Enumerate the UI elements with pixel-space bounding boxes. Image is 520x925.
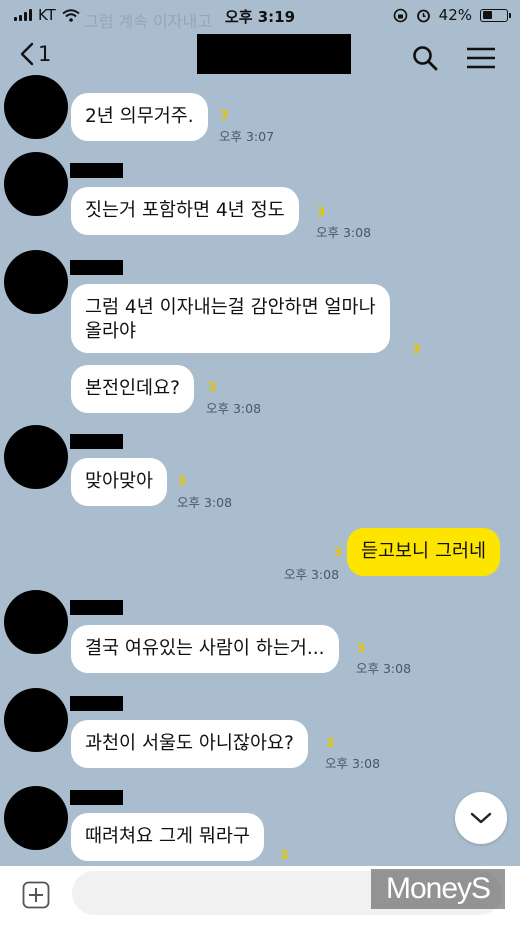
- my-message-bubble[interactable]: 듣고보니 그러네: [347, 528, 501, 576]
- unread-count: 3: [326, 736, 335, 750]
- plus-icon[interactable]: [22, 881, 50, 909]
- sender-name-redacted: [70, 696, 123, 711]
- watermark-logo: MoneyS: [371, 869, 505, 909]
- message-bubble[interactable]: 2년 의무거주.: [71, 93, 208, 141]
- avatar[interactable]: [4, 688, 68, 752]
- avatar[interactable]: [4, 425, 68, 489]
- unread-count: 3: [280, 848, 289, 862]
- lock-rotation-icon: [393, 8, 407, 22]
- back-button[interactable]: 1: [20, 42, 51, 66]
- search-icon[interactable]: [411, 44, 439, 72]
- menu-icon[interactable]: [466, 47, 496, 69]
- message-time: 오후 3:07: [219, 129, 275, 144]
- unread-count: 3: [334, 545, 343, 559]
- message-time: 오후 3:08: [206, 401, 262, 416]
- chat-header: 1: [0, 34, 520, 84]
- message-bubble[interactable]: 짓는거 포함하면 4년 정도: [71, 187, 299, 235]
- message-bubble[interactable]: 때려쳐요 그게 뭐라구: [71, 813, 264, 861]
- message-bubble[interactable]: 그럼 4년 이자내는걸 감안하면 얼마나 올라야: [71, 284, 390, 353]
- avatar[interactable]: [4, 250, 68, 314]
- message-time: 오후 3:08: [316, 225, 372, 240]
- chat-title-redacted: [197, 34, 351, 74]
- scroll-to-bottom-button[interactable]: [455, 792, 507, 844]
- message-bubble[interactable]: 결국 여유있는 사람이 하는거...: [71, 625, 339, 673]
- message-line: 올라야: [85, 321, 137, 342]
- avatar[interactable]: [4, 152, 68, 216]
- sender-name-redacted: [70, 434, 123, 449]
- ghost-preview-text: 그럼 계속 이자내고: [84, 12, 212, 31]
- message-bubble[interactable]: 과천이 서울도 아니잖아요?: [71, 720, 308, 768]
- unread-chat-count: 1: [38, 42, 52, 66]
- message-time: 오후 3:08: [356, 661, 412, 676]
- alarm-icon: [416, 9, 430, 22]
- message-time: 오후 3:08: [325, 756, 381, 771]
- sender-name-redacted: [70, 260, 123, 275]
- message-bubble[interactable]: 맞아맞아: [71, 458, 168, 506]
- unread-count: 3: [357, 641, 366, 655]
- sender-name-redacted: [70, 790, 123, 805]
- chevron-down-icon: [470, 812, 492, 824]
- unread-count: 3: [220, 108, 229, 122]
- status-right: 42%: [393, 6, 511, 24]
- unread-count: 3: [178, 474, 187, 488]
- unread-count: 3: [208, 380, 217, 394]
- battery-percent: 42%: [438, 6, 472, 24]
- message-time: 오후 3:08: [284, 567, 340, 582]
- avatar[interactable]: [4, 786, 68, 850]
- unread-count: 3: [412, 342, 421, 356]
- avatar[interactable]: [4, 75, 68, 139]
- message-bubble[interactable]: 본전인데요?: [71, 365, 194, 413]
- back-arrow-icon: [20, 42, 34, 66]
- sender-name-redacted: [70, 600, 123, 615]
- message-time: 오후 3:08: [177, 495, 233, 510]
- status-bar: KT 오후 3:19 42% 그럼 계속 이자내고: [0, 0, 520, 34]
- sender-name-redacted: [70, 163, 123, 178]
- battery-icon: [480, 8, 511, 22]
- unread-count: 3: [317, 205, 326, 219]
- avatar[interactable]: [4, 590, 68, 654]
- message-line: 그럼 4년 이자내는걸 감안하면 얼마나: [85, 297, 376, 318]
